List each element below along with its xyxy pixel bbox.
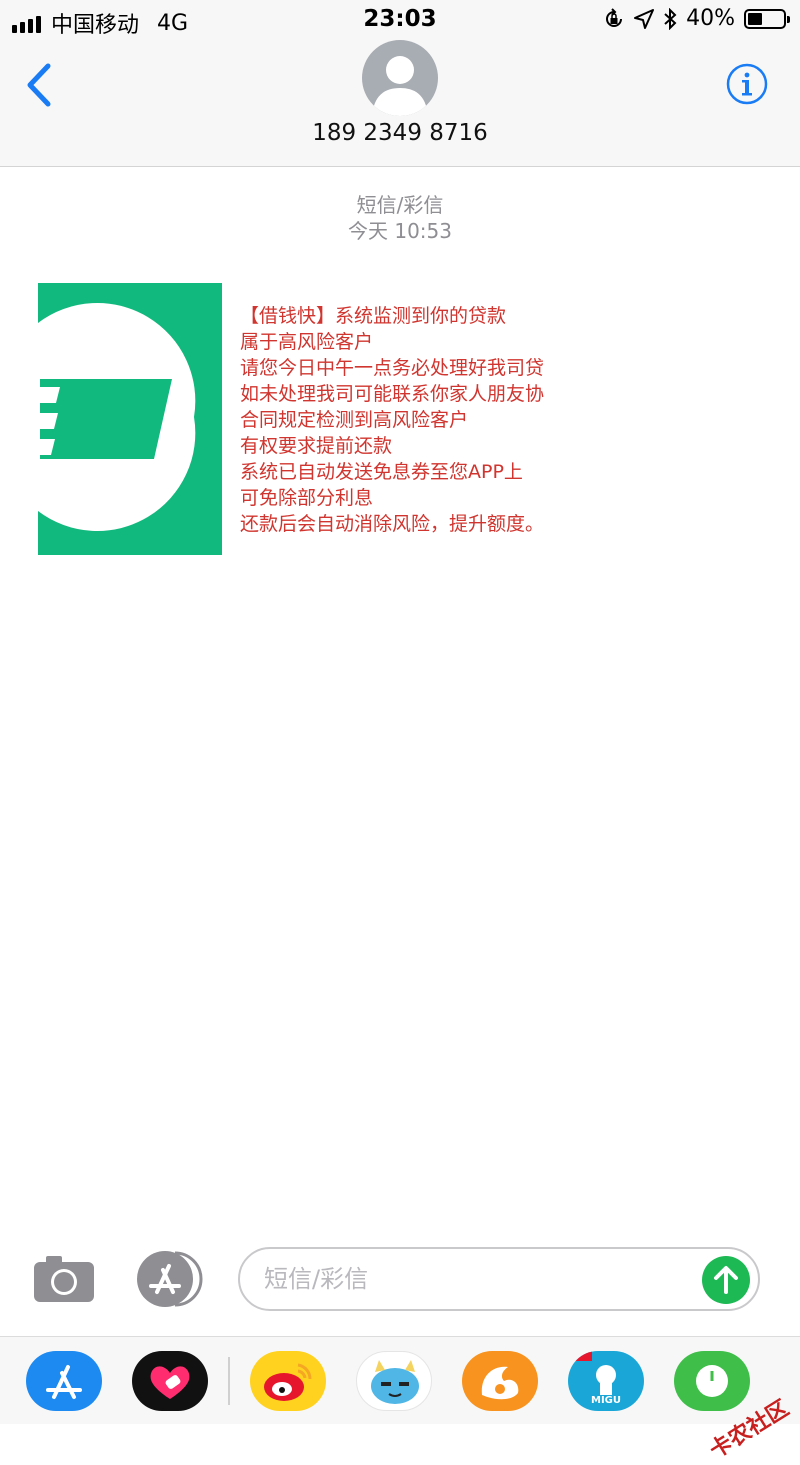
- battery-icon: [744, 8, 790, 29]
- jieqiankuai-logo-icon: [38, 303, 196, 531]
- contact-avatar[interactable]: [362, 40, 438, 116]
- arrow-up-icon: [714, 1266, 738, 1294]
- message-input[interactable]: 短信/彩信: [238, 1247, 760, 1311]
- chevron-left-icon: [27, 63, 51, 107]
- contact-name[interactable]: 189 2349 8716: [0, 120, 800, 146]
- camera-button[interactable]: [32, 1254, 96, 1304]
- migu-label: MIGU: [591, 1395, 621, 1406]
- uc-browser-app[interactable]: [462, 1351, 538, 1411]
- message-line: 可免除部分利息: [240, 487, 374, 509]
- composer-bar: 短信/彩信: [0, 1240, 800, 1320]
- orientation-lock-icon: [606, 7, 623, 27]
- migu-app[interactable]: MIGU: [568, 1351, 644, 1411]
- weibo-app[interactable]: [250, 1351, 326, 1411]
- message-text: 【借钱快】系统监测到你的贷款 属于高风险客户 请您今日中午一点务必处理好我司贷 …: [240, 303, 544, 537]
- message-type-label: 短信/彩信: [356, 193, 444, 217]
- info-icon: [726, 63, 768, 105]
- camera-icon: [34, 1256, 94, 1302]
- message-line: 属于高风险客户: [240, 331, 374, 353]
- battery-percent: 40%: [686, 6, 735, 31]
- status-bar: 中国移动 4G 23:03 40%: [0, 0, 800, 40]
- green-app[interactable]: [674, 1351, 750, 1411]
- squirrel-icon: [481, 1366, 519, 1400]
- heart-icon: [150, 1366, 190, 1399]
- person-silhouette-icon: [372, 56, 428, 116]
- send-button[interactable]: [702, 1256, 750, 1304]
- message-input-placeholder: 短信/彩信: [264, 1265, 369, 1293]
- mms-image-message[interactable]: 【借钱快】系统监测到你的贷款 属于高风险客户 请您今日中午一点务必处理好我司贷 …: [38, 283, 573, 555]
- monster-sticker-app[interactable]: [356, 1351, 432, 1411]
- drawer-divider: [228, 1357, 230, 1405]
- app-store-icon: [46, 1365, 82, 1399]
- location-arrow-icon: [634, 8, 655, 29]
- back-button[interactable]: [22, 60, 62, 110]
- digital-touch-app[interactable]: [132, 1351, 208, 1411]
- app-logo-image: [38, 283, 222, 555]
- app-store-app[interactable]: [26, 1351, 102, 1411]
- message-line: 请您今日中午一点务必处理好我司贷: [240, 357, 545, 379]
- info-button[interactable]: [726, 63, 768, 105]
- message-timestamp: 今天 10:53: [348, 219, 452, 243]
- message-line: 【借钱快】系统监测到你的贷款: [240, 305, 507, 327]
- message-line: 合同规定检测到高风险客户: [240, 409, 469, 431]
- app-store-icon: [137, 1251, 203, 1307]
- clock-icon: [696, 1365, 728, 1397]
- message-line: 有权要求提前还款: [240, 435, 393, 457]
- bluetooth-icon: [664, 7, 677, 30]
- monster-face-icon: [371, 1360, 419, 1404]
- imessage-app-drawer: MIGU 卡农社区: [0, 1336, 800, 1464]
- message-line: 如未处理我司可能联系你家人朋友协: [240, 383, 545, 405]
- weibo-icon: [264, 1363, 312, 1401]
- thread-meta: 短信/彩信 今天 10:53: [0, 192, 800, 244]
- message-line: 系统已自动发送免息券至您APP上: [240, 461, 523, 483]
- app-store-button[interactable]: [135, 1250, 207, 1308]
- message-line: 还款后会自动消除风险，提升额度。: [240, 513, 545, 535]
